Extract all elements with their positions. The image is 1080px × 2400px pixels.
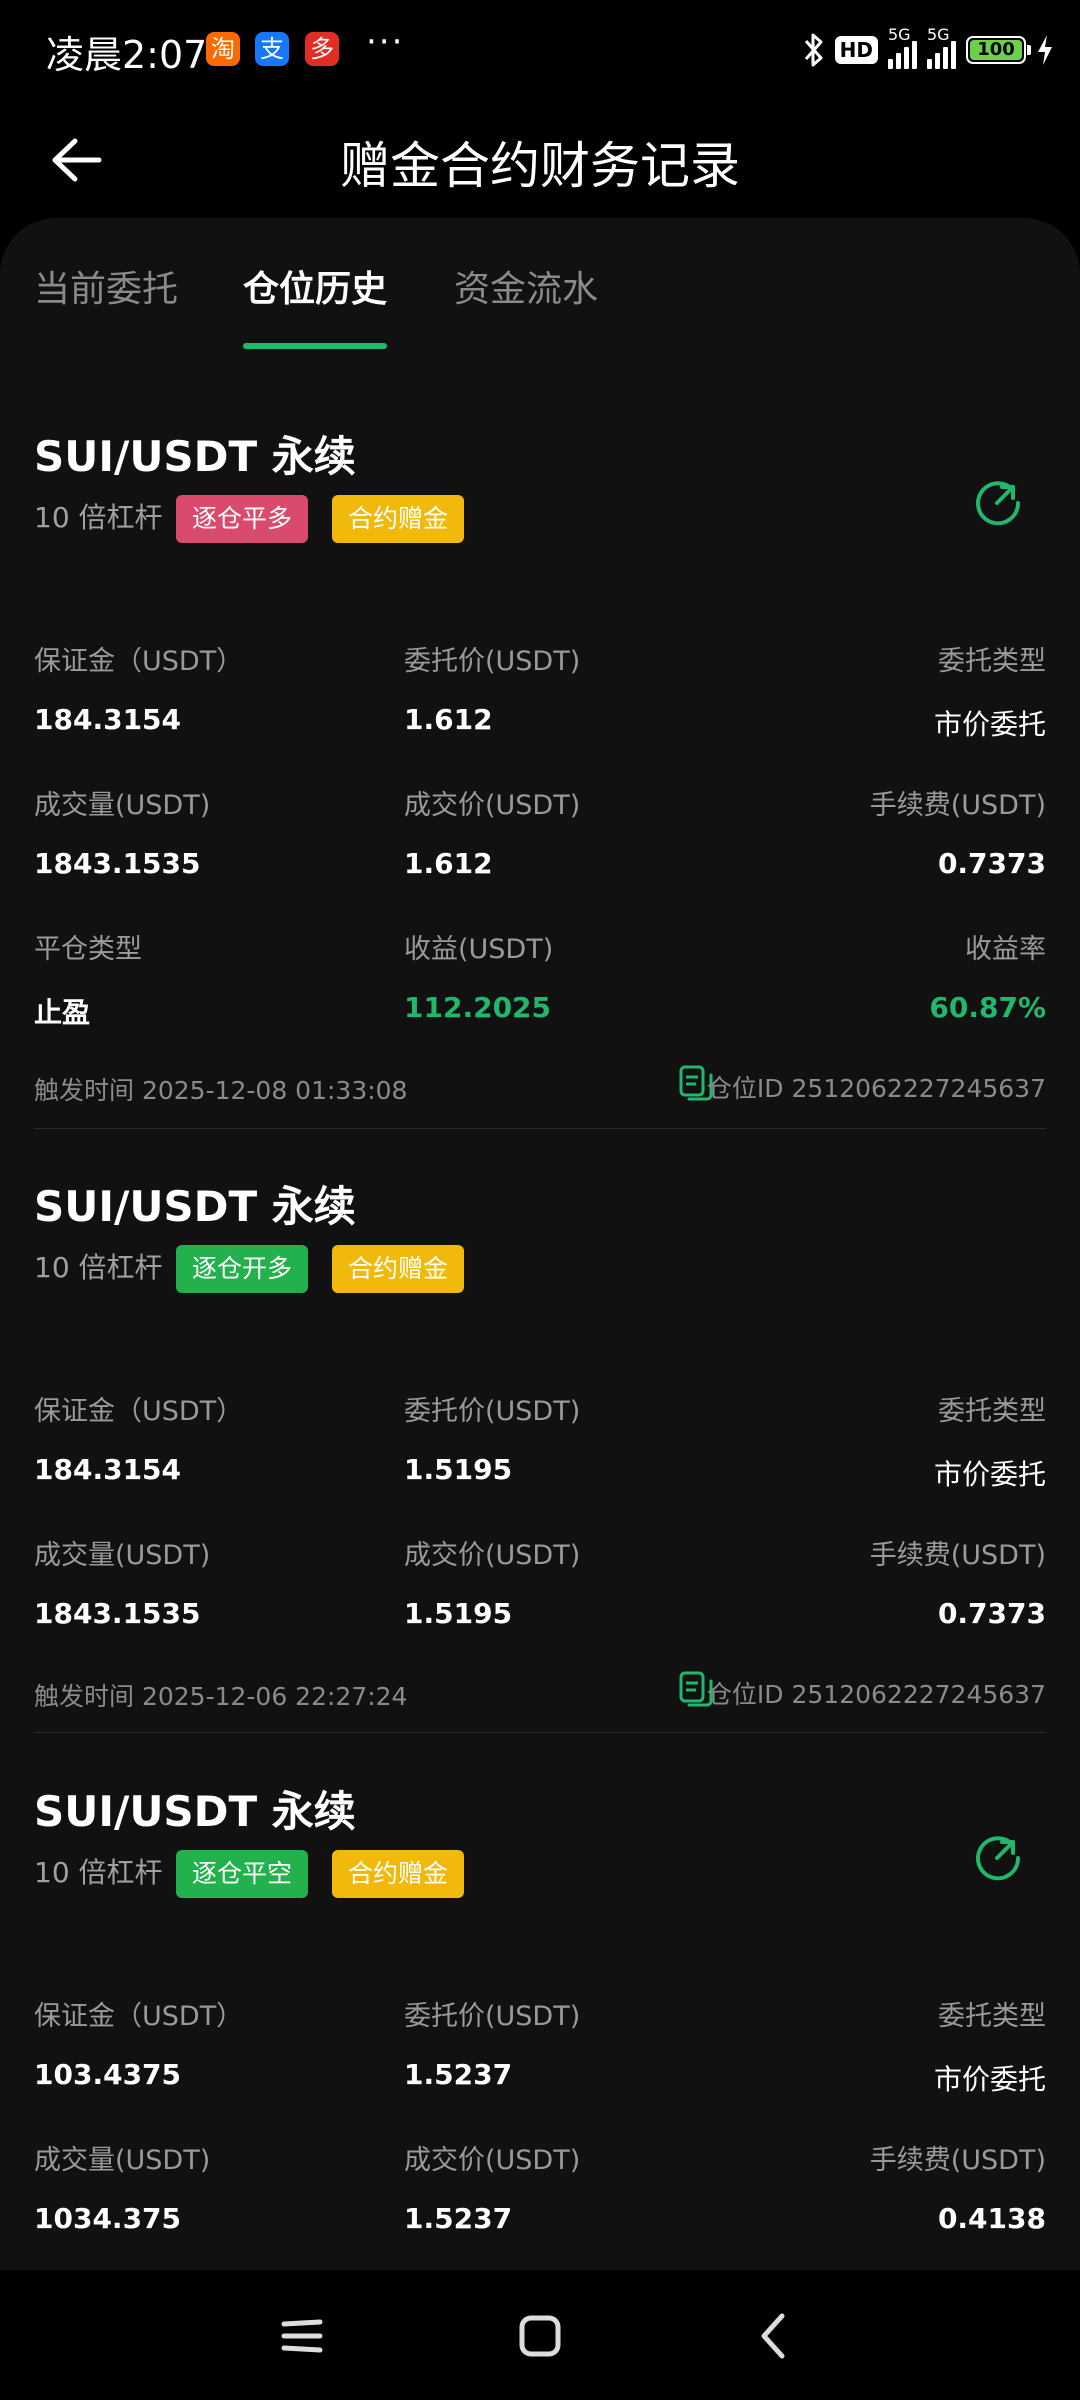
refresh-icon[interactable] [970,473,1026,529]
position-record-1[interactable]: SUI/USDT 永续 10 倍杠杆 逐仓平多 合约赠金 保证金（USDT） 委… [34,423,1046,1105]
bonus-badge: 合约赠金 [332,1850,464,1898]
margin-value: 184.3154 [34,1453,182,1486]
active-tab-indicator [243,343,387,349]
record-divider [34,1732,1046,1733]
tab-bar: 当前委托 仓位历史 资金流水 [0,218,1080,352]
signal-strength-2-icon: 5G [927,25,956,69]
record-divider [34,1128,1046,1129]
order-type-label: 委托类型 [938,1396,1046,1427]
fee-label: 手续费(USDT) [869,1540,1046,1571]
charging-icon [1036,34,1054,66]
network-type-1: 5G [888,25,911,44]
tab-current-orders[interactable]: 当前委托 [34,260,178,312]
position-record-2[interactable]: SUI/USDT 永续 10 倍杠杆 逐仓开多 合约赠金 保证金（USDT） 委… [34,1173,1046,1711]
pnl-value: 112.2025 [404,991,552,1024]
record-leverage: 10 倍杠杆 [34,1251,163,1284]
pnl-rate-value: 60.87% [929,991,1046,1024]
record-symbol: SUI/USDT 永续 [34,1182,356,1231]
alipay-app-icon: 支 [255,32,289,66]
fee-value: 0.7373 [937,1597,1046,1630]
fill-price-value: 1.5195 [404,1597,513,1630]
menu-icon[interactable] [274,2308,330,2364]
order-type-label: 委托类型 [938,2001,1046,2032]
position-id: 仓位ID 2512062227245637 [706,1680,1046,1709]
order-type-value: 市价委托 [933,1458,1046,1491]
system-nav-bar [0,2270,1080,2400]
margin-value: 103.4375 [34,2058,182,2091]
fill-price-value: 1.612 [404,847,493,880]
position-id: 仓位ID 2512062227245637 [706,1074,1046,1103]
order-type-label: 委托类型 [938,646,1046,677]
fill-price-label: 成交价(USDT) [404,1540,581,1571]
volume-label: 成交量(USDT) [34,790,211,821]
fee-label: 手续费(USDT) [869,2145,1046,2176]
order-type-value: 市价委托 [933,708,1046,741]
bluetooth-icon [803,32,825,68]
page-title: 赠金合约财务记录 [340,137,740,195]
back-icon[interactable] [746,2308,802,2364]
order-price-label: 委托价(USDT) [404,1396,581,1427]
volume-value: 1034.375 [34,2202,182,2235]
margin-label: 保证金（USDT） [34,646,244,677]
refresh-icon[interactable] [970,1828,1026,1884]
fee-label: 手续费(USDT) [869,790,1046,821]
close-type-value: 止盈 [34,996,91,1029]
battery-level: 100 [970,40,1022,60]
position-type-badge: 逐仓开多 [176,1245,308,1293]
order-price-label: 委托价(USDT) [404,2001,581,2032]
fill-price-value: 1.5237 [404,2202,513,2235]
record-leverage: 10 倍杠杆 [34,501,163,534]
margin-label: 保证金（USDT） [34,1396,244,1427]
record-leverage: 10 倍杠杆 [34,1856,163,1889]
home-icon[interactable] [512,2308,568,2364]
status-time: 凌晨2:07 [46,33,208,77]
pnl-rate-label: 收益率 [965,934,1046,965]
order-price-value: 1.5195 [404,1453,513,1486]
order-type-value: 市价委托 [933,2063,1046,2096]
trigger-time: 触发时间 2025-12-08 01:33:08 [34,1076,408,1105]
signal-strength-1-icon: 5G [888,25,917,69]
page-header: 赠金合约财务记录 [0,104,1080,216]
position-type-badge: 逐仓平空 [176,1850,308,1898]
fill-price-label: 成交价(USDT) [404,2145,581,2176]
trigger-time: 触发时间 2025-12-06 22:27:24 [34,1682,408,1711]
margin-value: 184.3154 [34,703,182,736]
position-record-3[interactable]: SUI/USDT 永续 10 倍杠杆 逐仓平空 合约赠金 保证金（USDT） 委… [34,1778,1046,2258]
close-type-label: 平仓类型 [34,934,142,965]
status-indicators: HD 5G 5G 100 [803,25,1054,72]
tab-position-history[interactable]: 仓位历史 [243,260,387,312]
order-price-value: 1.612 [404,703,493,736]
tab-fund-flow[interactable]: 资金流水 [454,260,598,312]
pnl-label: 收益(USDT) [404,934,554,965]
status-bar: 凌晨2:07 淘 支 多 ··· HD 5G 5G 100 [0,0,1080,104]
bonus-badge: 合约赠金 [332,495,464,543]
hd-voice-badge: HD [834,36,878,64]
volume-value: 1843.1535 [34,1597,201,1630]
fill-price-label: 成交价(USDT) [404,790,581,821]
volume-value: 1843.1535 [34,847,201,880]
main-panel: 当前委托 仓位历史 资金流水 SUI/USDT 永续 10 倍杠杆 逐仓平多 合… [0,218,1080,2270]
pinduoduo-app-icon: 多 [305,32,339,66]
battery-icon: 100 [966,36,1031,64]
order-price-label: 委托价(USDT) [404,646,581,677]
bonus-badge: 合约赠金 [332,1245,464,1293]
taobao-app-icon: 淘 [206,32,240,66]
order-price-value: 1.5237 [404,2058,513,2091]
margin-label: 保证金（USDT） [34,2001,244,2032]
volume-label: 成交量(USDT) [34,1540,211,1571]
volume-label: 成交量(USDT) [34,2145,211,2176]
network-type-2: 5G [927,25,950,44]
fee-value: 0.7373 [937,847,1046,880]
position-type-badge: 逐仓平多 [176,495,308,543]
fee-value: 0.4138 [937,2202,1046,2235]
more-notifications-icon: ··· [366,22,405,62]
record-symbol: SUI/USDT 永续 [34,1787,356,1836]
record-symbol: SUI/USDT 永续 [34,432,356,481]
